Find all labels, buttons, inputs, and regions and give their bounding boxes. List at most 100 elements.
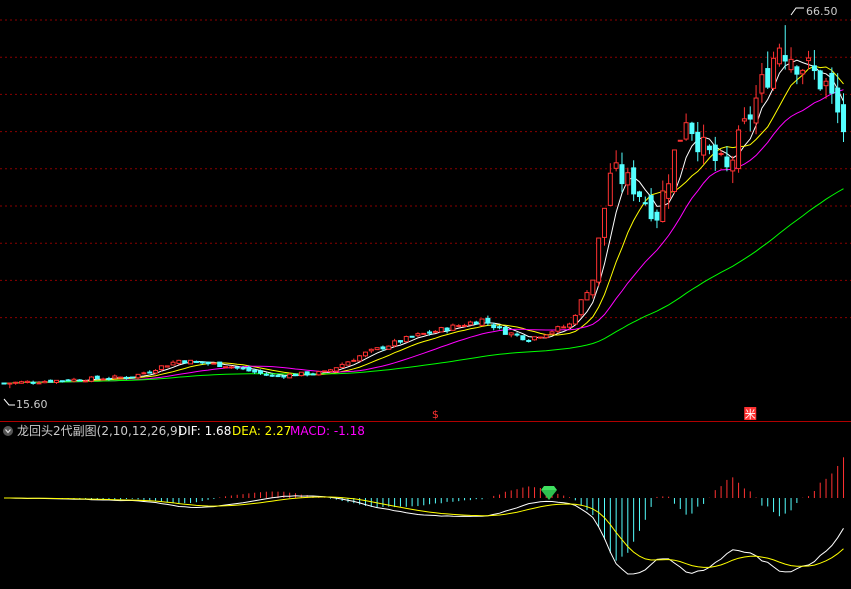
candle-body: [36, 382, 42, 385]
candle-body: [736, 129, 742, 170]
high-price-label: 66.50: [806, 5, 838, 18]
candle-body: [287, 373, 293, 379]
candle-body: [368, 348, 374, 352]
candle-body: [123, 376, 129, 379]
candle-body: [409, 335, 415, 338]
candle-body: [182, 360, 188, 364]
candle-body: [176, 359, 182, 364]
candle-body: [526, 339, 532, 342]
candle-body: [520, 335, 526, 341]
candle-body: [473, 321, 479, 325]
candle-body: [421, 332, 427, 335]
candle-body: [211, 362, 217, 365]
candle-body: [234, 366, 240, 369]
candle-body: [275, 375, 281, 378]
stock-chart[interactable]: $ 米 66.50 15.60 龙回头2代副图(2,10,12,26,9) DIF…: [0, 0, 851, 589]
candle-body: [613, 162, 619, 169]
candle-body: [660, 190, 666, 223]
dif-line: [4, 495, 844, 575]
candle-body: [806, 57, 812, 62]
candle-body: [88, 376, 94, 382]
candle-body: [316, 371, 322, 376]
candle-body: [636, 191, 642, 198]
ma-line: [3, 188, 844, 384]
candle-body: [730, 159, 736, 172]
candle-body: [53, 379, 59, 383]
candle-body: [724, 156, 730, 168]
candle-body: [561, 326, 567, 329]
candle-body: [59, 380, 65, 383]
candle-body: [164, 365, 170, 368]
candle-body: [584, 292, 590, 301]
candle-body: [497, 326, 503, 329]
candle-body: [491, 324, 497, 329]
candle-body: [549, 331, 555, 335]
candle-body: [835, 87, 841, 113]
candle-body: [625, 172, 631, 186]
candle-body: [263, 373, 269, 376]
candle-body: [112, 375, 118, 379]
candle-body: [351, 359, 357, 362]
candle-body: [567, 323, 573, 328]
candlesticks: [1, 25, 847, 389]
candle-body: [666, 183, 672, 199]
high-price-annotation: 66.50: [790, 5, 838, 18]
candle-body: [467, 321, 473, 326]
candle-body: [397, 340, 403, 343]
candle-body: [415, 333, 421, 337]
candle-body: [158, 365, 164, 371]
candle-body: [293, 373, 298, 377]
candle-body: [223, 366, 229, 369]
candle-body: [508, 332, 514, 336]
macd-lines: [4, 495, 844, 575]
candle-body: [100, 378, 106, 381]
signal-marker: 米: [745, 408, 756, 421]
dea-label: DEA: 2.27: [232, 424, 291, 438]
candle-body: [462, 324, 468, 327]
candle-body: [246, 366, 252, 372]
candle-body: [188, 359, 194, 365]
candle-body: [642, 202, 648, 205]
candle-body: [572, 314, 578, 325]
candle-body: [800, 69, 806, 75]
candle-body: [252, 369, 258, 373]
collapse-icon[interactable]: [3, 426, 13, 436]
candle-body: [619, 164, 625, 185]
candle-body: [753, 97, 759, 124]
candle-body: [829, 72, 835, 94]
candle-body: [438, 327, 444, 333]
candle-body: [537, 336, 543, 339]
candle-body: [578, 299, 584, 316]
candle-body: [298, 371, 304, 377]
candle-body: [24, 380, 30, 384]
candle-body: [106, 377, 112, 380]
candle-body: [502, 327, 508, 335]
candle-body: [135, 373, 141, 379]
candle-body: [403, 335, 409, 343]
candle-body: [532, 336, 538, 341]
candle-body: [345, 361, 351, 366]
candle-body: [83, 380, 89, 383]
candle-body: [170, 361, 176, 366]
gem-icon-lower: [541, 490, 557, 500]
candle-body: [427, 331, 433, 334]
candle-body: [386, 345, 392, 350]
candle-body: [485, 317, 491, 324]
candle-body: [141, 372, 147, 375]
candle-body: [65, 379, 71, 382]
candle-body: [771, 57, 777, 89]
candle-body: [759, 74, 765, 94]
candle-body: [456, 325, 462, 328]
price-grid: [0, 19, 851, 319]
candle-body: [590, 279, 596, 296]
candle-body: [228, 366, 234, 369]
candle-body: [718, 153, 724, 156]
candle-body: [817, 70, 823, 90]
candle-body: [450, 324, 456, 331]
candle-body: [543, 334, 549, 339]
low-price-annotation: 15.60: [3, 398, 48, 411]
candle-body: [362, 351, 368, 357]
candle-body: [199, 361, 205, 364]
candle-body: [596, 237, 602, 283]
candle-body: [269, 374, 275, 377]
